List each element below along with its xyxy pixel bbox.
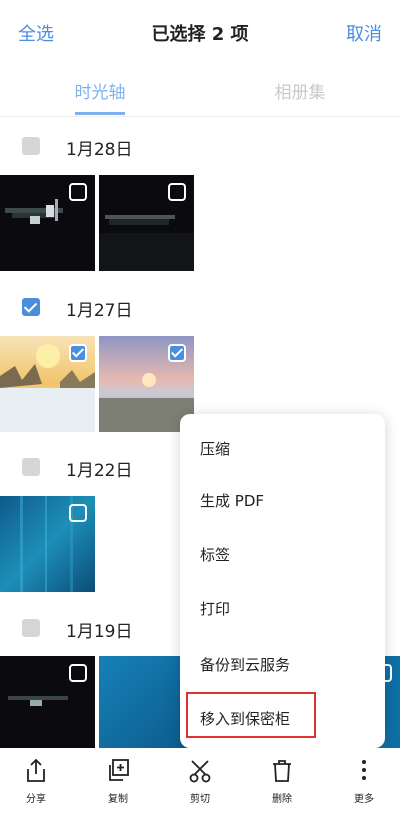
tab-albums[interactable]: 相册集 [200,78,400,103]
photo-select-checkbox[interactable] [69,344,87,362]
photo-select-checkbox[interactable] [69,504,87,522]
photo-thumbnail[interactable] [0,656,95,748]
photo-thumbnail[interactable] [99,175,194,271]
more-label: 更多 [354,794,374,805]
photo-select-checkbox[interactable] [168,183,186,201]
bottom-toolbar: 分享 复制 剪切 删除 更多 [0,748,400,820]
more-button[interactable]: 更多 [334,748,394,820]
copy-button[interactable]: 复制 [88,748,148,820]
cut-button[interactable]: 剪切 [170,748,230,820]
scissors-icon [189,760,211,783]
photo-select-checkbox[interactable] [69,183,87,201]
trash-icon [273,760,291,782]
menu-item-tag[interactable]: 标签 [200,544,230,565]
share-icon [27,758,45,782]
share-label: 分享 [26,794,46,805]
more-vertical-icon [362,760,366,780]
selection-title: 已选择 2 项 [151,24,249,45]
tab-timeline[interactable]: 时光轴 [0,78,200,103]
photo-thumbnail[interactable] [99,336,194,432]
delete-button[interactable]: 删除 [252,748,312,820]
copy-label: 复制 [108,794,128,805]
cut-label: 剪切 [190,794,210,805]
group-date: 1月19日 [66,622,133,642]
group-date: 1月22日 [66,461,133,481]
photo-thumbnail[interactable] [0,336,95,432]
delete-label: 删除 [272,794,292,805]
group-checkbox[interactable] [22,619,40,637]
menu-item-compress[interactable]: 压缩 [200,438,230,459]
group-checkbox[interactable] [22,137,40,155]
group-checkbox[interactable] [22,298,40,316]
menu-item-print[interactable]: 打印 [200,598,230,619]
group-checkbox[interactable] [22,458,40,476]
active-tab-indicator [75,112,125,115]
photo-thumbnail[interactable] [0,175,95,271]
tab-divider [0,116,400,117]
date-group-header: 1月27日 [0,287,400,327]
copy-icon [109,759,129,781]
menu-item-backup-cloud[interactable]: 备份到云服务 [200,654,290,675]
photo-thumbnail[interactable] [0,496,95,592]
tab-bar: 时光轴 相册集 [0,64,400,114]
share-button[interactable]: 分享 [6,748,66,820]
group-date: 1月27日 [66,301,133,321]
highlight-box [186,692,316,738]
photo-select-checkbox[interactable] [168,344,186,362]
date-group-header: 1月28日 [0,126,400,166]
photo-select-checkbox[interactable] [69,664,87,682]
cancel-button[interactable]: 取消 [346,20,382,46]
group-date: 1月28日 [66,140,133,160]
header: 全选 已选择 2 项 取消 [0,0,400,64]
menu-item-generate-pdf[interactable]: 生成 PDF [200,490,264,511]
